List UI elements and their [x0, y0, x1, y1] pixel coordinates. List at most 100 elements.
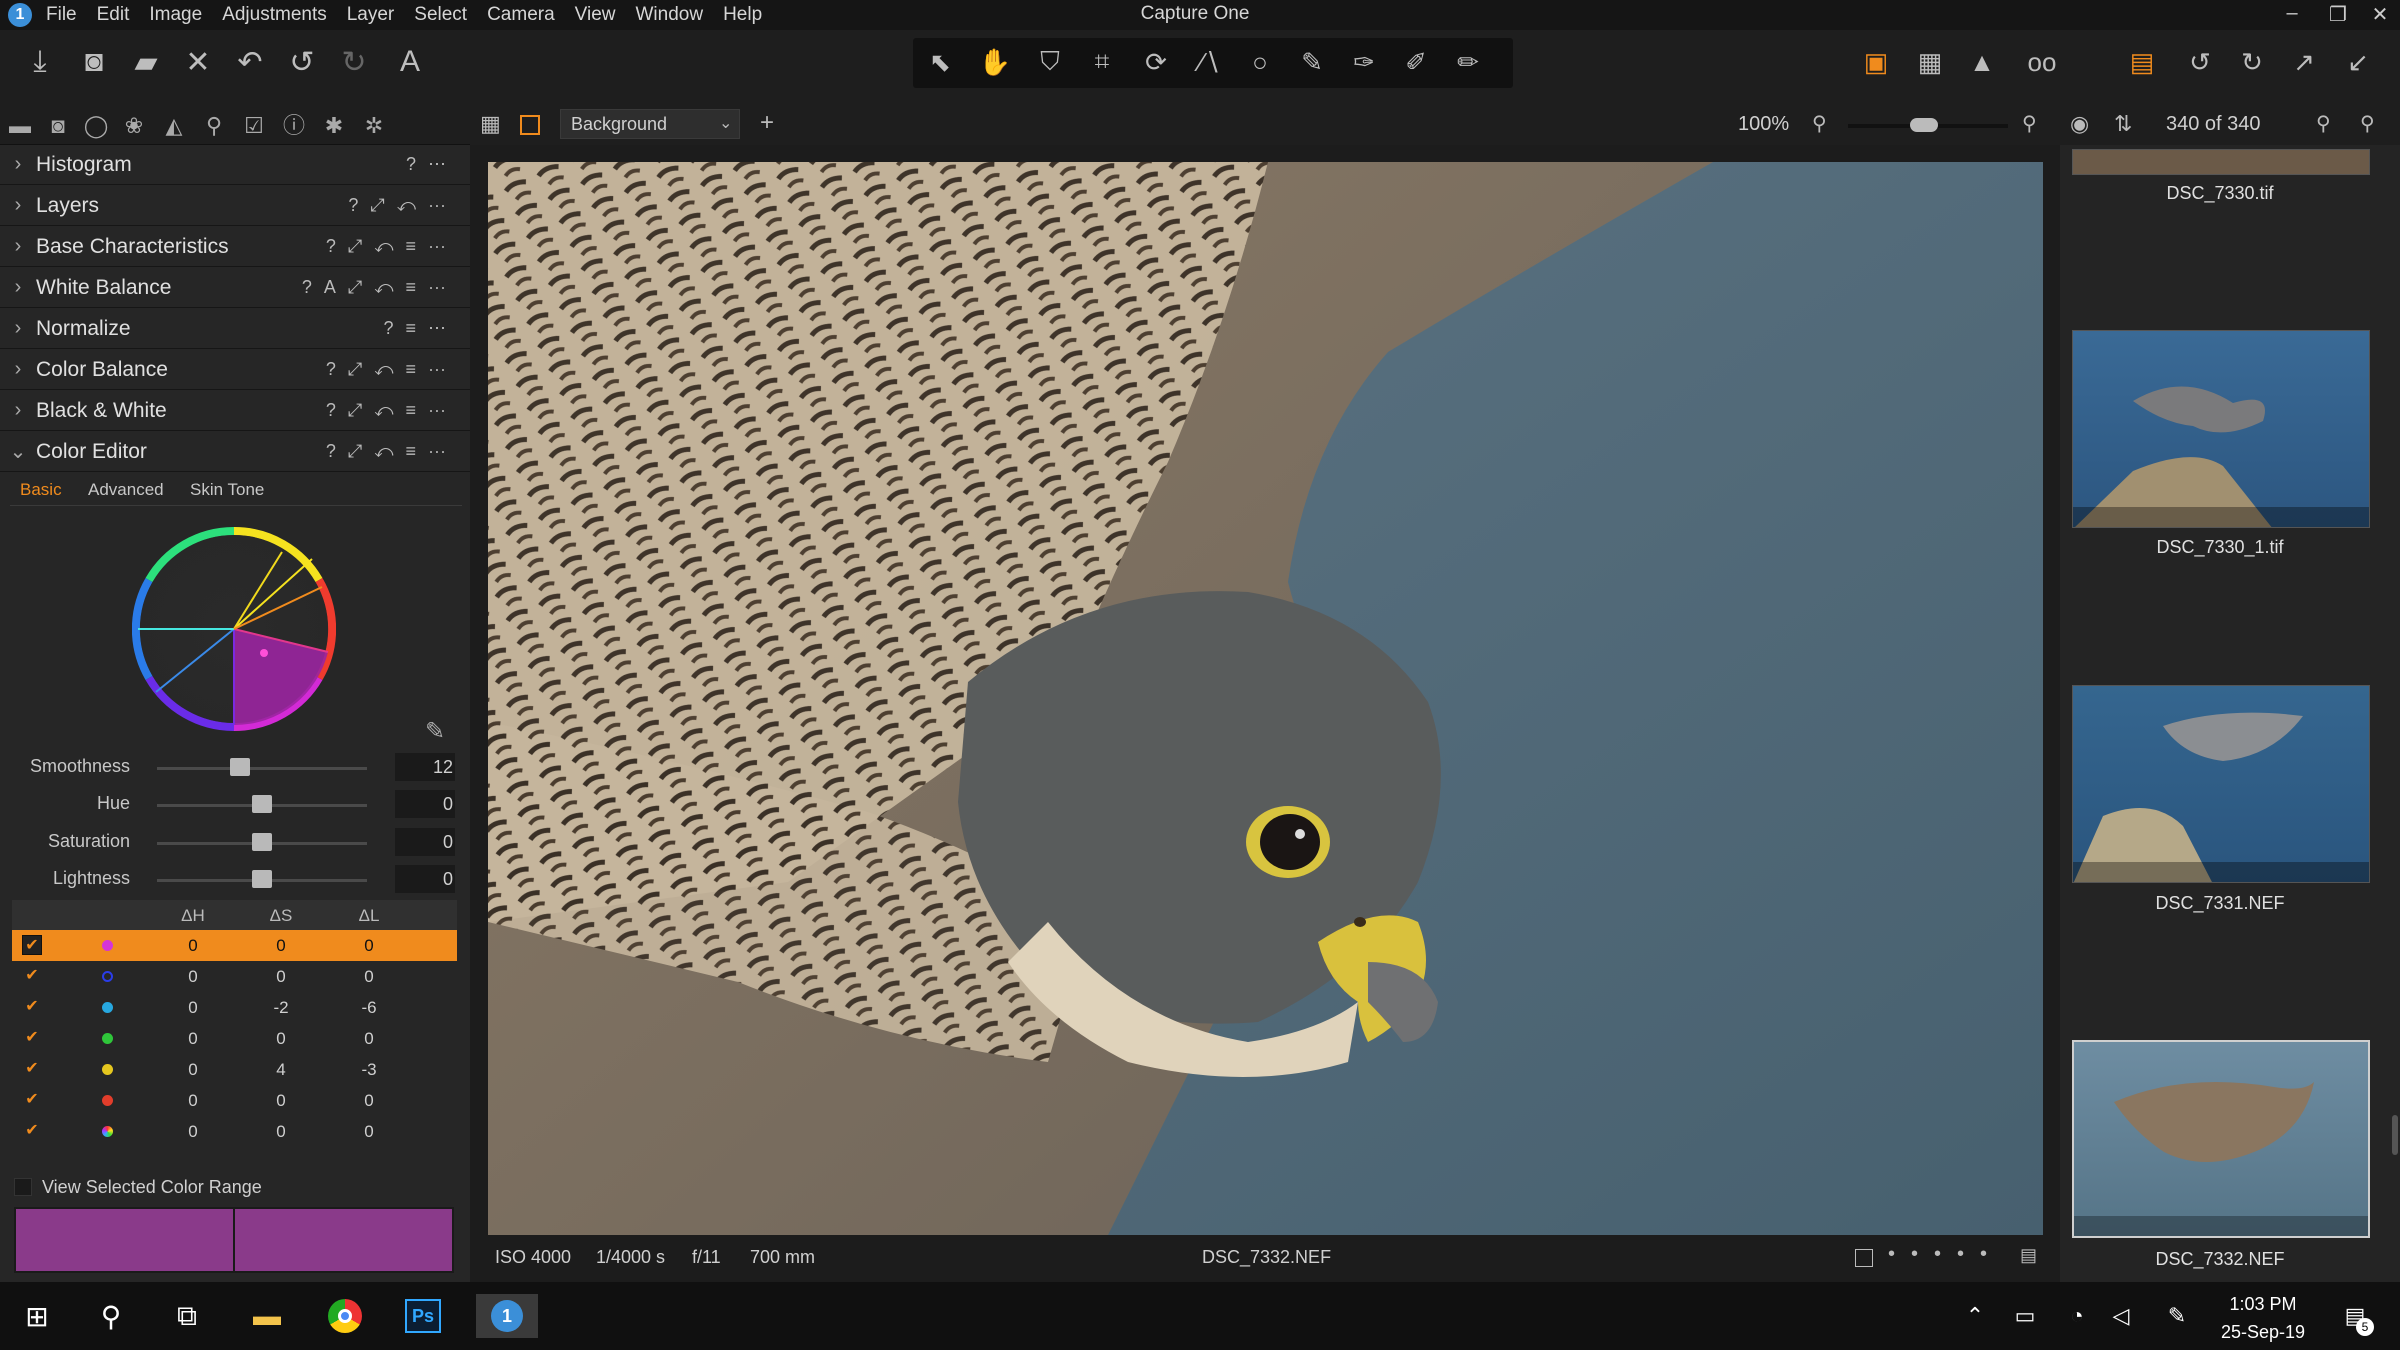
tool-white-balance[interactable]: › White Balance ?A⤢↶≡⋯ [0, 268, 470, 308]
tool-color-editor[interactable]: ⌄ Color Editor ?⤢↶≡⋯ [0, 432, 470, 472]
zoom-out-icon[interactable]: ⚲ [1812, 111, 1827, 136]
pen-icon[interactable]: ✎ [2152, 1294, 2202, 1338]
table-row[interactable]: ✔ 0 0 0 [12, 1023, 457, 1054]
tool-black-white[interactable]: › Black & White ?⤢↶≡⋯ [0, 391, 470, 431]
photoshop-icon[interactable]: Ps [398, 1294, 448, 1338]
check-icon[interactable]: ✔ [22, 935, 42, 955]
import-icon[interactable]: ⤓ [20, 42, 60, 82]
smoothness-slider[interactable]: Smoothness 12 [0, 750, 470, 786]
check-icon[interactable]: ✔ [22, 1090, 42, 1110]
table-row[interactable]: ✔ 0 0 0 [12, 1116, 457, 1147]
grid-icon[interactable]: ▦ [1910, 42, 1950, 82]
chevron-up-icon[interactable]: ⌃ [1950, 1294, 2000, 1338]
start-icon[interactable]: ⊞ [12, 1294, 62, 1338]
metadata-tab-icon[interactable]: ⓘ [280, 112, 308, 140]
menu-file[interactable]: File [46, 4, 77, 26]
tab-advanced[interactable]: Advanced [88, 480, 164, 500]
exposure-tab-icon[interactable]: ◭ [160, 112, 188, 140]
slider-track[interactable] [157, 767, 367, 770]
lens-tab-icon[interactable]: ◯ [82, 112, 110, 140]
loupe-icon[interactable]: ⛉ [1030, 42, 1070, 82]
copy-adjustments-icon[interactable]: ↗ [2284, 42, 2324, 82]
thumbnail-2[interactable] [2072, 330, 2370, 528]
menu-view[interactable]: View [575, 4, 616, 26]
rotate-right-icon[interactable]: ↻ [2232, 42, 2272, 82]
move-to-folder-icon[interactable]: ▰ [126, 42, 166, 82]
view-selected-checkbox[interactable] [14, 1178, 32, 1196]
menu-camera[interactable]: Camera [487, 4, 555, 26]
menu-window[interactable]: Window [636, 4, 704, 26]
spot-removal-icon[interactable]: ○ [1240, 42, 1280, 82]
select-cursor-icon[interactable]: ⬉ [920, 42, 960, 82]
check-icon[interactable]: ✔ [22, 997, 42, 1017]
draw-mask-icon[interactable]: ✎ [1292, 42, 1332, 82]
table-row[interactable]: ✔ 0 4 -3 [12, 1054, 457, 1085]
edit-selected-icon[interactable]: ▣ [1856, 42, 1896, 82]
color-tab-icon[interactable]: ❀ [120, 112, 148, 140]
stack-icon[interactable]: ▤ [2122, 42, 2162, 82]
slider-knob[interactable] [252, 833, 272, 851]
browser-scrollbar[interactable] [2392, 1115, 2398, 1155]
tool-histogram[interactable]: › Histogram ?⋯ [0, 145, 470, 185]
pan-hand-icon[interactable]: ✋ [975, 42, 1015, 82]
tab-basic[interactable]: Basic [20, 480, 62, 500]
slider-knob[interactable] [230, 758, 250, 776]
slider-value[interactable]: 0 [395, 865, 455, 893]
details-tab-icon[interactable]: ⚲ [200, 112, 228, 140]
tool-normalize[interactable]: › Normalize ?≡⋯ [0, 309, 470, 349]
slider-knob[interactable] [252, 795, 272, 813]
tool-color-balance[interactable]: › Color Balance ?⤢↶≡⋯ [0, 350, 470, 390]
color-wheel[interactable] [131, 526, 337, 732]
capture-tab-icon[interactable]: ◙ [44, 112, 72, 140]
select-checkbox[interactable] [1855, 1249, 1873, 1267]
search-icon[interactable]: ⚲ [86, 1294, 136, 1338]
clock-time[interactable]: 1:03 PM [2208, 1294, 2318, 1315]
single-view-icon[interactable] [520, 115, 540, 135]
main-photo[interactable] [488, 162, 2043, 1235]
minimize-button[interactable]: – [2272, 2, 2312, 25]
close-button[interactable]: ✕ [2360, 2, 2400, 27]
table-row[interactable]: ✔ 0 0 0 [12, 961, 457, 992]
volume-icon[interactable]: ◁ [2096, 1294, 2146, 1338]
rotate-icon[interactable]: ⟳ [1136, 42, 1176, 82]
batch-tab-icon[interactable]: ✲ [360, 112, 388, 140]
sort-icon[interactable]: ⇅ [2114, 111, 2132, 137]
reset-icon[interactable]: ↶ [230, 42, 270, 82]
exposure-warning-icon[interactable]: ▲ [1962, 42, 2002, 82]
adjustments-tab-icon[interactable]: ☑ [240, 112, 268, 140]
redo-icon[interactable]: ↻ [334, 42, 374, 82]
delete-icon[interactable]: ✕ [178, 42, 218, 82]
lightness-slider[interactable]: Lightness 0 [0, 862, 470, 898]
keystone-icon[interactable]: ∕∖ [1190, 42, 1230, 82]
capture-one-taskbar-icon[interactable]: 1 [476, 1294, 538, 1338]
tool-actions[interactable]: ?≡⋯ [383, 318, 458, 339]
rating-stars[interactable]: ••••• [1888, 1243, 2003, 1266]
annotate-icon[interactable]: ✐ [1396, 42, 1436, 82]
wifi-icon[interactable]: ◔ [2052, 1294, 2102, 1338]
tool-base-characteristics[interactable]: › Base Characteristics ?⤢↶≡⋯ [0, 227, 470, 267]
check-icon[interactable]: ✔ [22, 1059, 42, 1079]
search-icon[interactable]: ⚲ [2360, 111, 2375, 136]
add-layer-icon[interactable]: + [760, 109, 774, 137]
undo-icon[interactable]: ↺ [282, 42, 322, 82]
zoom-slider-knob[interactable] [1910, 118, 1938, 132]
menu-image[interactable]: Image [149, 4, 202, 26]
check-icon[interactable]: ✔ [22, 1121, 42, 1141]
eyedropper-icon[interactable]: ✑ [1344, 42, 1384, 82]
thumbnail-3[interactable] [2072, 685, 2370, 883]
tool-actions[interactable]: ?⤢↶≡⋯ [326, 359, 458, 380]
slider-value[interactable]: 0 [395, 790, 455, 818]
tool-actions[interactable]: ?⤢↶⋯ [348, 195, 458, 216]
tool-actions[interactable]: ?A⤢↶≡⋯ [302, 277, 458, 298]
eye-icon[interactable]: ◉ [2070, 111, 2089, 137]
menu-layer[interactable]: Layer [347, 4, 395, 26]
menu-help[interactable]: Help [723, 4, 762, 26]
maximize-button[interactable]: ❐ [2318, 2, 2358, 27]
menu-select[interactable]: Select [414, 4, 467, 26]
rotate-left-icon[interactable]: ↺ [2180, 42, 2220, 82]
text-tool-icon[interactable]: A [390, 42, 430, 82]
tool-actions[interactable]: ?⤢↶≡⋯ [326, 441, 458, 462]
table-row[interactable]: ✔ 0 0 0 [12, 1085, 457, 1116]
task-view-icon[interactable]: ⧉ [162, 1294, 212, 1338]
library-tab-icon[interactable]: ▬ [6, 112, 34, 140]
